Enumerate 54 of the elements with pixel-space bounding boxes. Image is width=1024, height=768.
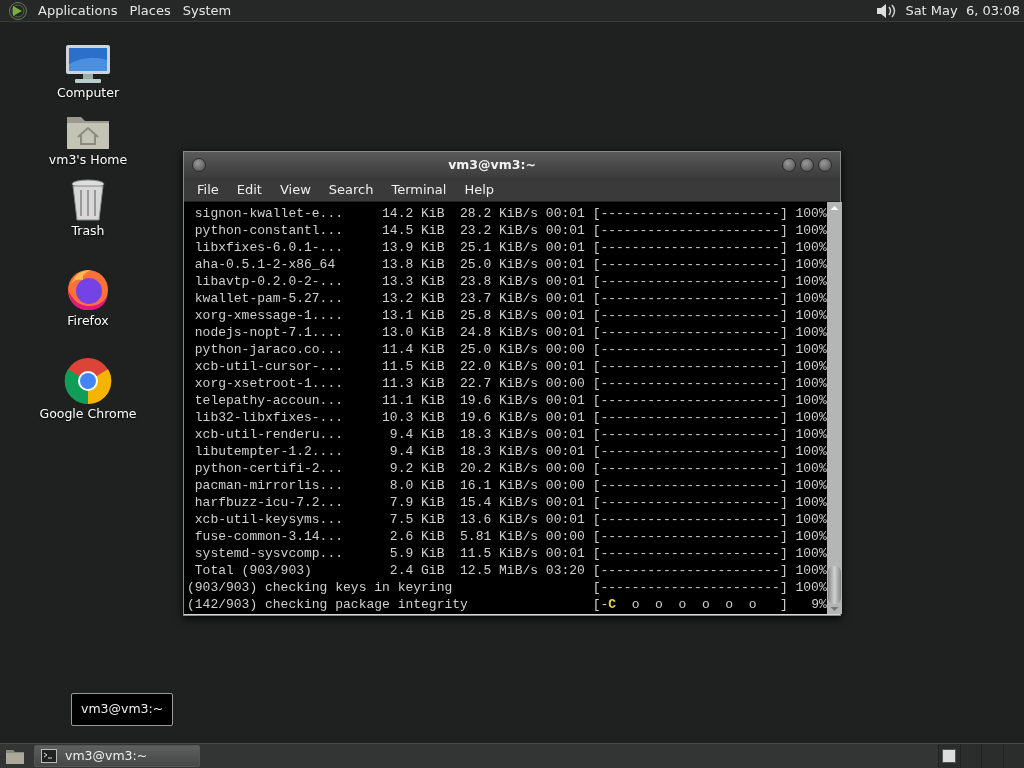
menu-logo-icon[interactable] [8, 0, 28, 21]
scroll-thumb[interactable] [827, 566, 841, 604]
monitor-icon[interactable] [63, 44, 113, 84]
terminal-line: fuse-common-3.14... 2.6 KiB 5.81 KiB/s 00:00 [-----------------------] 100% [193, 528, 827, 545]
menu-item[interactable]: View [270, 177, 320, 202]
terminal-line: xorg-xsetroot-1.... 11.3 KiB 22.7 KiB/s 00:00 [-----------------------] 100% [193, 375, 827, 392]
terminal-line: (142/903) checking package integrity [-C o o o o o o ] 9% [187, 596, 827, 613]
trash-icon[interactable] [69, 177, 107, 222]
menu-item[interactable]: Terminal [382, 177, 456, 202]
terminal-line: signon-kwallet-e... 14.2 KiB 28.2 KiB/s 00:01 [-----------------------] 100% [193, 205, 827, 222]
menu-item[interactable]: Help [455, 177, 504, 202]
terminal-line: lib32-libxfixes-... 10.3 KiB 19.6 KiB/s 00:01 [-----------------------] 100% [193, 409, 827, 426]
terminal-line: kwallet-pam-5.27... 13.2 KiB 23.7 KiB/s 00:01 [-----------------------] 100% [193, 290, 827, 307]
terminal-line: libxfixes-6.0.1-... 13.9 KiB 25.1 KiB/s 00:01 [-----------------------] 100% [193, 239, 827, 256]
terminal-line: libutempter-1.2.... 9.4 KiB 18.3 KiB/s 00:01 [-----------------------] 100% [193, 443, 827, 460]
desktop-icon-label[interactable]: Trash [71, 221, 105, 241]
scrollbar[interactable] [826, 202, 842, 614]
maximize-button[interactable] [800, 158, 814, 172]
terminal-line: xcb-util-renderu... 9.4 KiB 18.3 KiB/s 00:01 [-----------------------] 100% [193, 426, 827, 443]
menu-item[interactable]: File [188, 177, 228, 202]
close-button[interactable] [818, 158, 832, 172]
menu-item[interactable]: Search [319, 177, 383, 202]
desktop-icon-label[interactable]: Firefox [67, 312, 109, 331]
terminal-line: python-constantl... 14.5 KiB 23.2 KiB/s 00:01 [-----------------------] 100% [193, 222, 827, 239]
panel-menu[interactable]: Places [123, 0, 177, 21]
tooltip: vm3@vm3:~ [71, 693, 174, 726]
terminal-line: aha-0.5.1-2-x86_64 13.8 KiB 25.0 KiB/s 00:01 [-----------------------] 100% [193, 256, 827, 273]
terminal-icon [41, 749, 57, 763]
terminal-line: harfbuzz-icu-7.2... 7.9 KiB 15.4 KiB/s 00:01 [-----------------------] 100% [193, 494, 827, 511]
terminal-line: Total (903/903) 2.4 GiB 12.5 MiB/s 03:20 [-----------------------] 100% [193, 562, 827, 579]
terminal-line: python-jaraco.co... 11.4 KiB 25.0 KiB/s 00:00 [-----------------------] 100% [193, 341, 827, 358]
terminal-line: (903/903) checking keys in keyring [-----------------------] 100% [187, 579, 827, 596]
terminal-line: systemd-sysvcomp... 5.9 KiB 11.5 KiB/s 00:01 [-----------------------] 100% [193, 545, 827, 562]
clock[interactable]: Sat May 6, 03:08 [905, 0, 1024, 21]
window-title: vm3@vm3:~ [448, 155, 536, 174]
desktop-icon-label[interactable]: Google Chrome [39, 405, 137, 424]
terminal-line: telepathy-accoun... 11.1 KiB 19.6 KiB/s 00:01 [-----------------------] 100% [193, 392, 827, 409]
desktop-icon-label[interactable]: Computer [56, 84, 120, 103]
terminal-line: xcb-util-cursor-... 11.5 KiB 22.0 KiB/s 00:01 [-----------------------] 100% [193, 358, 827, 375]
panel-menu[interactable]: System [176, 0, 238, 21]
desktop-icon-label[interactable]: vm3's Home [48, 150, 128, 170]
terminal-line: libavtp-0.2.0-2-... 13.3 KiB 23.8 KiB/s 00:01 [-----------------------] 100% [193, 273, 827, 290]
workspace-switcher[interactable] [938, 744, 1024, 768]
minimize-button[interactable] [782, 158, 796, 172]
terminal-line: pacman-mirrorlis... 8.0 KiB 16.1 KiB/s 00:00 [-----------------------] 100% [193, 477, 827, 494]
browser-circle-icon[interactable] [64, 357, 112, 405]
terminal-line: python-certifi-2... 9.2 KiB 20.2 KiB/s 00:00 [-----------------------] 100% [193, 460, 827, 477]
taskbar-button[interactable]: vm3@vm3:~ [34, 745, 200, 767]
menu-item[interactable]: Edit [227, 177, 271, 202]
window-menu-button[interactable] [192, 158, 206, 172]
panel-menu[interactable]: Applications [32, 0, 124, 21]
terminal-line: nodejs-nopt-7.1.... 13.0 KiB 24.8 KiB/s 00:01 [-----------------------] 100% [193, 324, 827, 341]
terminal-line: xcb-util-keysyms... 7.5 KiB 13.6 KiB/s 00:01 [-----------------------] 100% [193, 511, 827, 528]
terminal-line: xorg-xmessage-1.... 13.1 KiB 25.8 KiB/s 00:01 [-----------------------] 100% [193, 307, 827, 324]
